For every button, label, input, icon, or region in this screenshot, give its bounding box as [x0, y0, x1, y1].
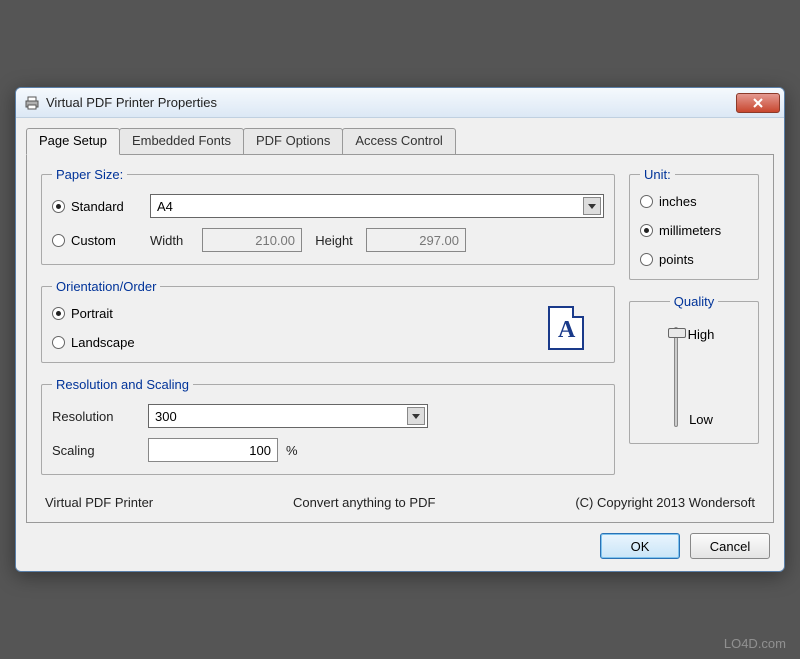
- radio-label: points: [659, 252, 694, 267]
- tab-access-control[interactable]: Access Control: [342, 128, 455, 155]
- radio-points[interactable]: points: [640, 252, 748, 267]
- scaling-label: Scaling: [52, 443, 140, 458]
- height-label: Height: [310, 233, 358, 248]
- radio-icon: [52, 307, 65, 320]
- height-input[interactable]: 297.00: [366, 228, 466, 252]
- quality-high-label: High: [688, 327, 715, 342]
- tab-page-setup[interactable]: Page Setup: [26, 128, 120, 155]
- height-value: 297.00: [419, 233, 459, 248]
- radio-landscape[interactable]: Landscape: [52, 335, 135, 350]
- radio-label: inches: [659, 194, 697, 209]
- slider-thumb[interactable]: [668, 328, 686, 338]
- client-area: Page Setup Embedded Fonts PDF Options Ac…: [16, 118, 784, 571]
- radio-label: millimeters: [659, 223, 721, 238]
- orientation-legend: Orientation/Order: [52, 279, 160, 294]
- radio-icon: [52, 200, 65, 213]
- width-input[interactable]: 210.00: [202, 228, 302, 252]
- resolution-select[interactable]: 300: [148, 404, 428, 428]
- radio-custom[interactable]: Custom: [52, 233, 142, 248]
- tab-embedded-fonts[interactable]: Embedded Fonts: [119, 128, 244, 155]
- width-label: Width: [150, 233, 194, 248]
- width-value: 210.00: [255, 233, 295, 248]
- unit-group: Unit: inches millimeters: [629, 167, 759, 280]
- dialog-window: Virtual PDF Printer Properties Page Setu…: [15, 87, 785, 572]
- radio-icon: [52, 234, 65, 247]
- radio-inches[interactable]: inches: [640, 194, 748, 209]
- orientation-group: Orientation/Order Portrait Landscape: [41, 279, 615, 363]
- radio-portrait[interactable]: Portrait: [52, 306, 135, 321]
- radio-icon: [52, 336, 65, 349]
- select-value: 300: [155, 409, 177, 424]
- tab-pdf-options[interactable]: PDF Options: [243, 128, 343, 155]
- dialog-buttons: OK Cancel: [26, 533, 774, 559]
- radio-label: Portrait: [71, 306, 113, 321]
- paper-size-group: Paper Size: Standard A4: [41, 167, 615, 265]
- tab-panel: Paper Size: Standard A4: [26, 154, 774, 523]
- tab-strip: Page Setup Embedded Fonts PDF Options Ac…: [26, 128, 774, 155]
- radio-standard[interactable]: Standard: [52, 199, 142, 214]
- quality-slider[interactable]: [674, 327, 678, 427]
- paper-size-legend: Paper Size:: [52, 167, 127, 182]
- quality-group: Quality High Low: [629, 294, 759, 444]
- titlebar: Virtual PDF Printer Properties: [16, 88, 784, 118]
- resolution-label: Resolution: [52, 409, 140, 424]
- quality-low-label: Low: [688, 412, 715, 427]
- chevron-down-icon: [407, 407, 425, 425]
- percent-label: %: [286, 443, 298, 458]
- glyph-a-icon: A: [558, 317, 575, 344]
- printer-icon: [24, 95, 40, 111]
- footer-info: Virtual PDF Printer Convert anything to …: [41, 489, 759, 512]
- watermark: LO4D.com: [724, 636, 786, 651]
- cancel-button[interactable]: Cancel: [690, 533, 770, 559]
- quality-legend: Quality: [670, 294, 718, 309]
- radio-icon: [640, 195, 653, 208]
- resolution-group: Resolution and Scaling Resolution 300 Sc…: [41, 377, 615, 475]
- close-icon: [753, 98, 763, 108]
- scaling-input[interactable]: 100: [148, 438, 278, 462]
- tagline: Convert anything to PDF: [293, 495, 435, 510]
- radio-label: Standard: [71, 199, 124, 214]
- orientation-preview-icon: A: [548, 306, 584, 350]
- window-title: Virtual PDF Printer Properties: [46, 95, 736, 110]
- paper-size-select[interactable]: A4: [150, 194, 604, 218]
- radio-label: Landscape: [71, 335, 135, 350]
- copyright: (C) Copyright 2013 Wondersoft: [575, 495, 755, 510]
- close-button[interactable]: [736, 93, 780, 113]
- chevron-down-icon: [583, 197, 601, 215]
- ok-button[interactable]: OK: [600, 533, 680, 559]
- radio-millimeters[interactable]: millimeters: [640, 223, 748, 238]
- radio-icon: [640, 253, 653, 266]
- product-name: Virtual PDF Printer: [45, 495, 153, 510]
- radio-icon: [640, 224, 653, 237]
- select-value: A4: [157, 199, 173, 214]
- radio-label: Custom: [71, 233, 116, 248]
- unit-legend: Unit:: [640, 167, 675, 182]
- resolution-legend: Resolution and Scaling: [52, 377, 193, 392]
- scaling-value: 100: [249, 443, 271, 458]
